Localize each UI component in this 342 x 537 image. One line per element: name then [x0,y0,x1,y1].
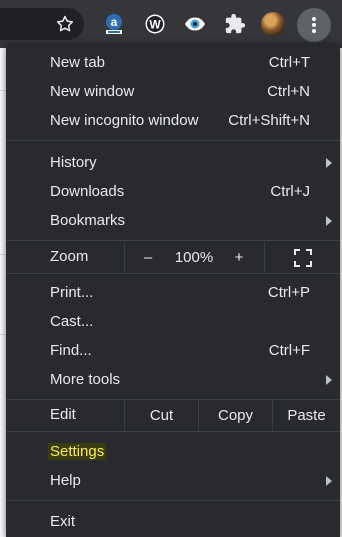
menu-item-label: New tab [50,54,106,71]
zoom-in-label: + [234,249,244,266]
profile-avatar[interactable] [260,11,286,37]
menu-item-new-window[interactable]: New window Ctrl+N [6,77,340,106]
copy-button[interactable]: Copy [199,400,272,431]
submenu-arrow-icon [326,374,332,385]
fullscreen-icon [293,248,312,267]
menu-item-exit[interactable]: Exit [6,507,340,536]
menu-item-downloads[interactable]: Downloads Ctrl+J [6,177,340,206]
puzzle-icon[interactable] [222,11,248,37]
menu-item-help[interactable]: Help [6,466,340,495]
fullscreen-button[interactable] [265,242,340,273]
cut-label: Cut [149,407,174,424]
menu-item-bookmarks[interactable]: Bookmarks [6,206,340,235]
menu-item-print[interactable]: Print... Ctrl+P [6,278,340,307]
menu-item-label: History [50,154,97,171]
menu-separator [6,500,340,501]
submenu-arrow-icon [326,157,332,168]
more-menu-button[interactable] [297,8,331,42]
menu-item-cast[interactable]: Cast... [6,307,340,336]
menu-separator [6,240,340,241]
zoom-value-text: 100% [174,249,214,266]
menu-item-label: Cast... [50,313,94,330]
svg-text:a: a [111,15,118,29]
menu-item-label: More tools [50,371,121,388]
menu-item-history[interactable]: History [6,148,340,177]
menu-item-new-incognito-window[interactable]: New incognito window Ctrl+Shift+N [6,106,340,135]
menu-item-label: Print... [50,284,94,301]
zoom-out-label: – [143,249,153,266]
shortcut-label: Ctrl+N [267,83,310,100]
zoom-level-value: 100% [170,242,218,273]
menu-item-more-tools[interactable]: More tools [6,365,340,394]
edit-label: Edit [50,406,76,423]
shortcut-label: Ctrl+T [268,54,310,71]
menu-item-label: Help [50,472,81,489]
menu-item-label: Bookmarks [50,212,126,229]
menu-item-new-tab[interactable]: New tab Ctrl+T [6,48,340,77]
copy-label: Copy [217,407,254,424]
kebab-icon [312,17,316,33]
shortcut-label: Ctrl+P [267,284,310,301]
menu-item-settings[interactable]: Settings [6,437,340,466]
zoom-out-button[interactable]: – [126,242,170,273]
paste-label: Paste [287,407,326,424]
svg-text:W: W [149,18,161,32]
paste-button[interactable]: Paste [273,400,340,431]
shortcut-label: Ctrl+F [268,342,310,359]
vertical-separator [124,242,125,273]
star-icon[interactable] [52,11,78,37]
menu-item-label: New window [50,83,135,100]
menu-item-label: Downloads [50,183,125,200]
chrome-main-menu: New tab Ctrl+T New window Ctrl+N New inc… [6,43,340,537]
edit-row: Edit Cut Copy Paste [6,400,340,431]
menu-item-find[interactable]: Find... Ctrl+F [6,336,340,365]
menu-item-label: Settings [48,443,107,460]
menu-separator [6,431,340,432]
avatar-image [261,12,285,36]
submenu-arrow-icon [326,475,332,486]
browser-toolbar: a W [0,0,342,48]
shortcut-label: Ctrl+Shift+N [228,112,310,129]
menu-item-label: Find... [50,342,92,359]
zoom-row: Zoom – 100% + [6,242,340,273]
eye-extension-icon[interactable] [182,11,208,37]
menu-item-label: Exit [50,513,76,530]
menu-item-label: New incognito window [50,112,199,129]
zoom-label: Zoom [50,248,89,265]
zoom-in-button[interactable]: + [218,242,260,273]
shortcut-label: Ctrl+J [270,183,310,200]
cut-button[interactable]: Cut [125,400,198,431]
amazon-extension-icon[interactable]: a [101,11,127,37]
menu-separator [6,140,340,141]
submenu-arrow-icon [326,215,332,226]
menu-separator [6,273,340,274]
w-extension-icon[interactable]: W [142,11,168,37]
